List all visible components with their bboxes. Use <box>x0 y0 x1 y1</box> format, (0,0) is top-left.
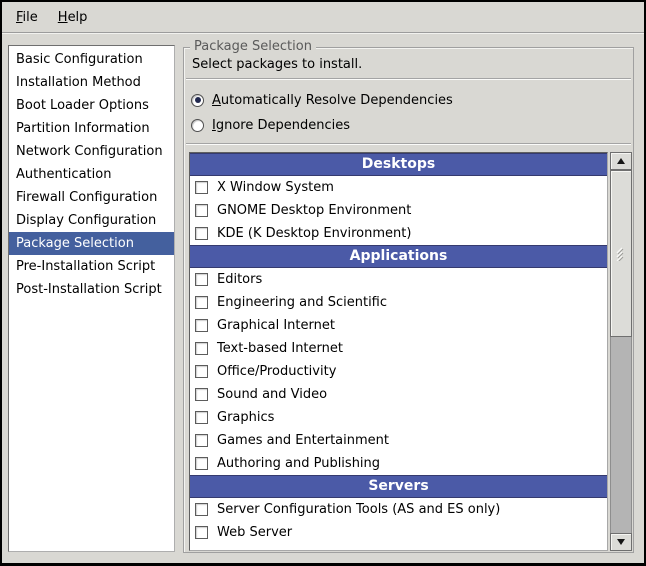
checkbox-icon[interactable] <box>195 227 208 240</box>
menu-help[interactable]: Help <box>48 6 98 29</box>
package-item-server-configuration-tools[interactable]: Server Configuration Tools (AS and ES on… <box>190 498 607 521</box>
sidebar-item-boot-loader-options[interactable]: Boot Loader Options <box>9 94 174 117</box>
menubar: File Help <box>2 2 644 33</box>
checkbox-icon[interactable] <box>195 204 208 217</box>
checkbox-icon[interactable] <box>195 319 208 332</box>
radio-icon <box>191 94 204 107</box>
sidebar-item-display-configuration[interactable]: Display Configuration <box>9 209 174 232</box>
checkbox-icon[interactable] <box>195 365 208 378</box>
package-item-games-and-entertainment[interactable]: Games and Entertainment <box>190 429 607 452</box>
package-item-label: GNOME Desktop Environment <box>217 203 411 218</box>
sidebar-item-post-installation-script[interactable]: Post-Installation Script <box>9 278 174 301</box>
package-item-kde-desktop-environment[interactable]: KDE (K Desktop Environment) <box>190 222 607 245</box>
radio-label: Automatically Resolve Dependencies <box>212 93 453 108</box>
package-item-sound-and-video[interactable]: Sound and Video <box>190 383 607 406</box>
radio-icon <box>191 119 204 132</box>
frame-title: Package Selection <box>190 39 316 54</box>
sidebar-item-package-selection[interactable]: Package Selection <box>9 232 174 255</box>
package-item-label: Office/Productivity <box>217 364 336 379</box>
package-item-label: Web Server <box>217 525 292 540</box>
arrow-up-icon <box>617 158 625 164</box>
package-item-label: Engineering and Scientific <box>217 295 387 310</box>
radio-label: Ignore Dependencies <box>212 118 350 133</box>
package-item-label: Text-based Internet <box>217 341 343 356</box>
category-header-applications: Applications <box>190 245 607 268</box>
arrow-down-icon <box>617 539 625 545</box>
separator <box>186 78 631 80</box>
package-item-office-productivity[interactable]: Office/Productivity <box>190 360 607 383</box>
checkbox-icon[interactable] <box>195 273 208 286</box>
package-item-graphics[interactable]: Graphics <box>190 406 607 429</box>
checkbox-icon[interactable] <box>195 342 208 355</box>
sidebar-item-pre-installation-script[interactable]: Pre-Installation Script <box>9 255 174 278</box>
package-item-label: KDE (K Desktop Environment) <box>217 226 411 241</box>
checkbox-icon[interactable] <box>195 181 208 194</box>
package-item-label: Editors <box>217 272 262 287</box>
checkbox-icon[interactable] <box>195 296 208 309</box>
checkbox-icon[interactable] <box>195 388 208 401</box>
package-list: Desktops X Window System GNOME Desktop E… <box>189 152 608 551</box>
package-list-scrollbar[interactable] <box>610 152 632 551</box>
menu-help-label: H <box>58 10 68 25</box>
scroll-down-button[interactable] <box>610 533 632 551</box>
package-item-gnome-desktop-environment[interactable]: GNOME Desktop Environment <box>190 199 607 222</box>
package-item-engineering-and-scientific[interactable]: Engineering and Scientific <box>190 291 607 314</box>
package-item-label: Graphical Internet <box>217 318 335 333</box>
description-text: Select packages to install. <box>192 57 362 72</box>
package-item-editors[interactable]: Editors <box>190 268 607 291</box>
category-header-desktops: Desktops <box>190 153 607 176</box>
sidebar-item-partition-information[interactable]: Partition Information <box>9 117 174 140</box>
checkbox-icon[interactable] <box>195 526 208 539</box>
package-item-authoring-and-publishing[interactable]: Authoring and Publishing <box>190 452 607 475</box>
sidebar-item-installation-method[interactable]: Installation Method <box>9 71 174 94</box>
package-item-text-based-internet[interactable]: Text-based Internet <box>190 337 607 360</box>
kickstart-configurator-window: File Help Basic Configuration Installati… <box>2 2 644 563</box>
checkbox-icon[interactable] <box>195 434 208 447</box>
checkbox-icon[interactable] <box>195 411 208 424</box>
package-item-x-window-system[interactable]: X Window System <box>190 176 607 199</box>
package-item-label: X Window System <box>217 180 334 195</box>
scroll-up-button[interactable] <box>610 152 632 170</box>
menu-file[interactable]: File <box>6 6 48 29</box>
package-item-label: Authoring and Publishing <box>217 456 380 471</box>
package-item-label: Sound and Video <box>217 387 327 402</box>
sidebar-item-firewall-configuration[interactable]: Firewall Configuration <box>9 186 174 209</box>
checkbox-icon[interactable] <box>195 503 208 516</box>
package-item-label: Graphics <box>217 410 274 425</box>
package-item-web-server[interactable]: Web Server <box>190 521 607 544</box>
package-item-label: Games and Entertainment <box>217 433 389 448</box>
radio-ignore-dependencies[interactable]: Ignore Dependencies <box>191 113 350 137</box>
sidebar-nav: Basic Configuration Installation Method … <box>8 45 175 552</box>
package-item-graphical-internet[interactable]: Graphical Internet <box>190 314 607 337</box>
checkbox-icon[interactable] <box>195 457 208 470</box>
separator <box>186 143 631 145</box>
package-selection-frame: Package Selection Select packages to ins… <box>183 47 634 553</box>
sidebar-item-network-configuration[interactable]: Network Configuration <box>9 140 174 163</box>
sidebar-item-basic-configuration[interactable]: Basic Configuration <box>9 48 174 71</box>
package-item-label: Server Configuration Tools (AS and ES on… <box>217 502 500 517</box>
category-header-servers: Servers <box>190 475 607 498</box>
sidebar-item-authentication[interactable]: Authentication <box>9 163 174 186</box>
scrollbar-thumb[interactable] <box>610 170 632 337</box>
scrollbar-grip-icon <box>615 247 627 261</box>
radio-auto-resolve-dependencies[interactable]: Automatically Resolve Dependencies <box>191 88 453 112</box>
